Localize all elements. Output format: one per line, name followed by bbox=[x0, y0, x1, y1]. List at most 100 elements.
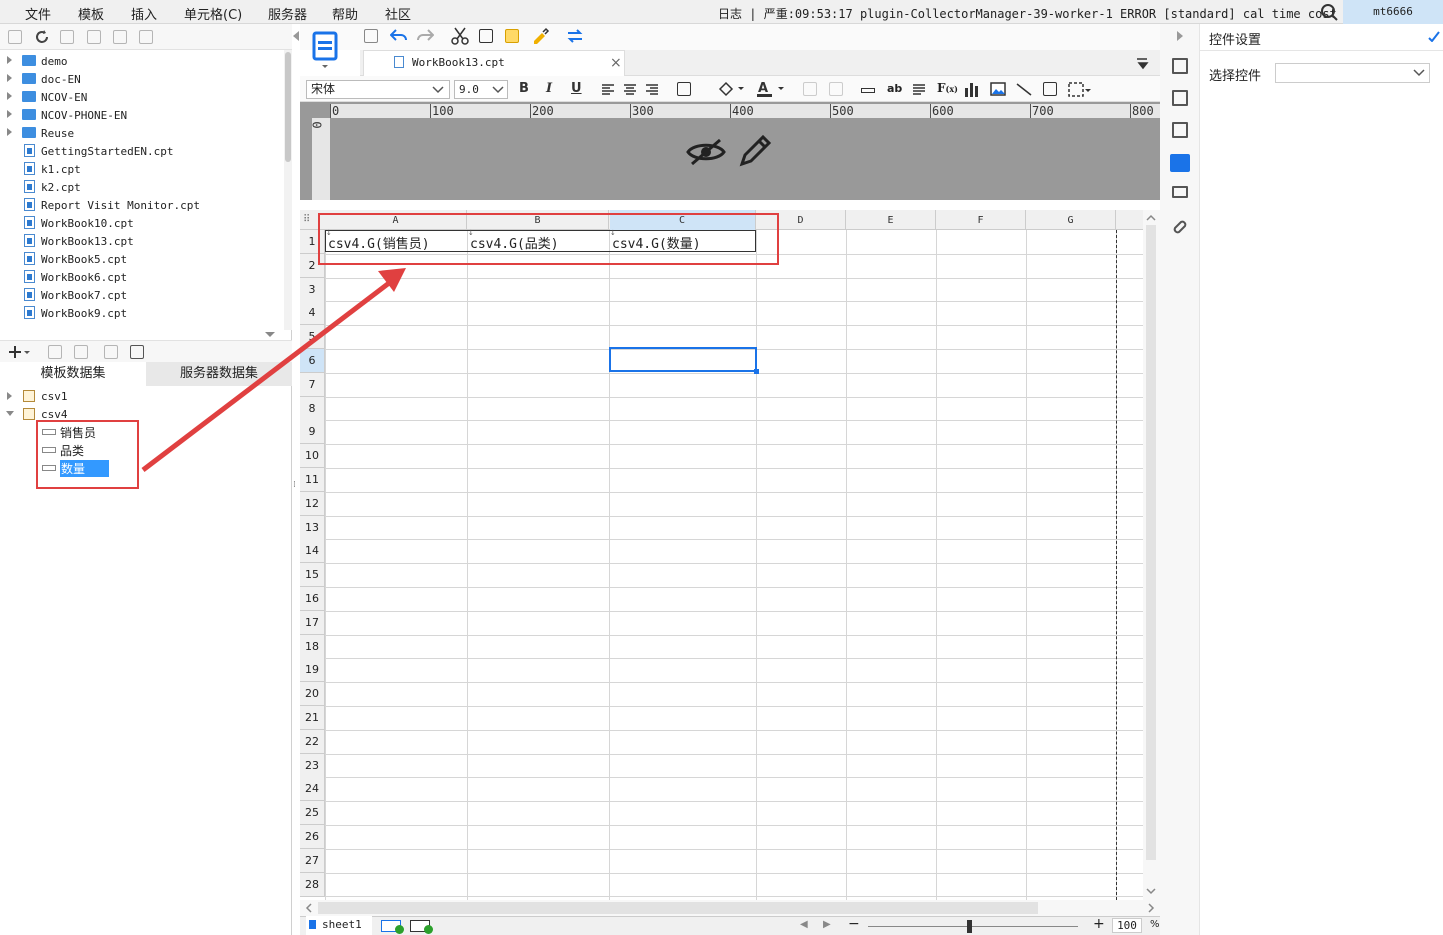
chevron-down-icon[interactable] bbox=[432, 85, 444, 95]
user-account[interactable]: mt6666 bbox=[1343, 0, 1443, 24]
save-icon[interactable] bbox=[364, 29, 378, 43]
tree-file[interactable]: Report Visit Monitor.cpt bbox=[0, 196, 284, 214]
zoom-out-icon[interactable]: − bbox=[848, 916, 860, 932]
row-header-12[interactable]: 12 bbox=[300, 492, 325, 516]
unmerge-cells-icon[interactable] bbox=[829, 82, 843, 96]
row-header-9[interactable]: 9 bbox=[300, 420, 325, 444]
menu-server[interactable]: 服务器 bbox=[268, 4, 307, 23]
delete-dataset-icon[interactable] bbox=[74, 345, 88, 359]
row-header-5[interactable]: 5 bbox=[300, 325, 325, 349]
tree-scroll-thumb[interactable] bbox=[285, 52, 291, 162]
chevron-down-icon[interactable] bbox=[492, 85, 504, 95]
add-sheet-icon[interactable] bbox=[381, 920, 404, 934]
delete-icon[interactable] bbox=[113, 30, 127, 44]
paragraph-icon[interactable] bbox=[912, 83, 926, 97]
row-header-24[interactable]: 24 bbox=[300, 777, 325, 801]
column-header-f[interactable]: F bbox=[936, 210, 1026, 230]
expand-arrow-icon[interactable] bbox=[7, 74, 12, 82]
copy-icon[interactable] bbox=[139, 30, 153, 44]
dataset-csv1[interactable]: csv1 bbox=[0, 388, 290, 406]
border-icon[interactable] bbox=[677, 82, 691, 96]
menu-community[interactable]: 社区 bbox=[385, 4, 411, 23]
scroll-up-icon[interactable] bbox=[1146, 214, 1156, 222]
row-header-14[interactable]: 14 bbox=[300, 539, 325, 563]
align-left-icon[interactable] bbox=[601, 83, 615, 97]
undo-icon[interactable] bbox=[390, 28, 408, 44]
tree-file[interactable]: WorkBook6.cpt bbox=[0, 268, 284, 286]
expand-arrow-icon[interactable] bbox=[7, 128, 12, 136]
row-header-23[interactable]: 23 bbox=[300, 754, 325, 778]
add-dashboard-icon[interactable] bbox=[410, 920, 433, 934]
row-header-15[interactable]: 15 bbox=[300, 563, 325, 587]
tree-folder[interactable]: NCOV-PHONE-EN bbox=[0, 106, 284, 124]
row-header-22[interactable]: 22 bbox=[300, 730, 325, 754]
align-center-icon[interactable] bbox=[623, 83, 637, 97]
splitter-handle[interactable]: ⁞ bbox=[293, 480, 299, 492]
format-painter-icon[interactable] bbox=[532, 27, 550, 45]
expand-arrow-icon[interactable] bbox=[7, 56, 12, 64]
row-header-7[interactable]: 7 bbox=[300, 373, 325, 397]
log-status[interactable]: 日志 | 严重:09:53:17 plugin-CollectorManager… bbox=[718, 5, 1380, 22]
text-wrap-icon[interactable]: ab bbox=[887, 82, 902, 95]
fill-color-icon[interactable] bbox=[717, 81, 745, 97]
copy-icon[interactable] bbox=[479, 29, 493, 43]
scroll-down-icon[interactable] bbox=[1146, 887, 1156, 895]
preview-dataset-icon[interactable] bbox=[104, 345, 118, 359]
select-all-corner[interactable]: ⠿ bbox=[303, 214, 319, 226]
italic-button[interactable]: I bbox=[546, 81, 552, 96]
redo-icon[interactable] bbox=[416, 28, 434, 44]
row-header-10[interactable]: 10 bbox=[300, 444, 325, 468]
row-header-6[interactable]: 6 bbox=[300, 349, 325, 373]
zoom-slider-knob[interactable] bbox=[967, 920, 972, 933]
row-header-26[interactable]: 26 bbox=[300, 825, 325, 849]
paste-icon[interactable] bbox=[505, 29, 519, 43]
cut-icon[interactable] bbox=[451, 27, 469, 45]
menu-file[interactable]: 文件 bbox=[25, 4, 51, 23]
font-color-icon[interactable]: A bbox=[756, 80, 788, 98]
float-element-icon[interactable] bbox=[1172, 122, 1188, 138]
add-dataset-icon[interactable] bbox=[8, 345, 30, 359]
row-header-20[interactable]: 20 bbox=[300, 682, 325, 706]
hyperlink-icon[interactable] bbox=[1171, 218, 1189, 236]
scroll-left-icon[interactable] bbox=[305, 903, 313, 913]
row-header-8[interactable]: 8 bbox=[300, 397, 325, 421]
expand-arrow-icon[interactable] bbox=[7, 92, 12, 100]
column-header-e[interactable]: E bbox=[846, 210, 936, 230]
menu-help[interactable]: 帮助 bbox=[332, 4, 358, 23]
tab-server-dataset[interactable]: 服务器数据集 bbox=[146, 362, 292, 386]
row-header-19[interactable]: 19 bbox=[300, 658, 325, 682]
tree-folder[interactable]: doc-EN bbox=[0, 70, 284, 88]
row-header-27[interactable]: 27 bbox=[300, 849, 325, 873]
menu-cell[interactable]: 单元格(C) bbox=[184, 4, 242, 23]
close-icon[interactable]: × bbox=[610, 55, 622, 71]
tree-folder[interactable]: demo bbox=[0, 52, 284, 70]
tree-folder[interactable]: Reuse bbox=[0, 124, 284, 142]
zoom-value-input[interactable]: 100 bbox=[1112, 918, 1142, 933]
widget-settings-icon[interactable] bbox=[1170, 154, 1190, 172]
row-header-28[interactable]: 28 bbox=[300, 873, 325, 897]
tree-file[interactable]: WorkBook9.cpt bbox=[0, 304, 284, 322]
font-family-select[interactable]: 宋体 bbox=[306, 80, 450, 99]
tree-file[interactable]: WorkBook10.cpt bbox=[0, 214, 284, 232]
vertical-scroll-thumb[interactable] bbox=[1146, 225, 1156, 860]
next-sheet-icon[interactable]: ▶ bbox=[823, 919, 831, 930]
menu-template[interactable]: 模板 bbox=[78, 4, 104, 23]
row-header-17[interactable]: 17 bbox=[300, 611, 325, 635]
zoom-in-icon[interactable]: + bbox=[1093, 916, 1105, 932]
template-web-attribute-icon[interactable] bbox=[305, 28, 345, 72]
chevron-down-icon[interactable] bbox=[1413, 68, 1425, 78]
expand-arrow-icon[interactable] bbox=[7, 392, 12, 400]
switch-icon[interactable] bbox=[565, 28, 585, 44]
widget-icon[interactable] bbox=[1068, 82, 1092, 98]
row-header-13[interactable]: 13 bbox=[300, 516, 325, 540]
collapse-arrow-icon[interactable] bbox=[6, 411, 14, 416]
row-header-3[interactable]: 3 bbox=[300, 278, 325, 302]
dataset-settings-icon[interactable] bbox=[130, 345, 144, 359]
text-field-icon[interactable] bbox=[861, 88, 875, 93]
eye-hidden-icon[interactable] bbox=[686, 136, 726, 168]
underline-button[interactable]: U bbox=[571, 81, 582, 96]
row-header-18[interactable]: 18 bbox=[300, 635, 325, 659]
refresh-icon[interactable] bbox=[34, 29, 50, 45]
fill-handle[interactable] bbox=[754, 369, 759, 374]
edit-dataset-icon[interactable] bbox=[48, 345, 62, 359]
